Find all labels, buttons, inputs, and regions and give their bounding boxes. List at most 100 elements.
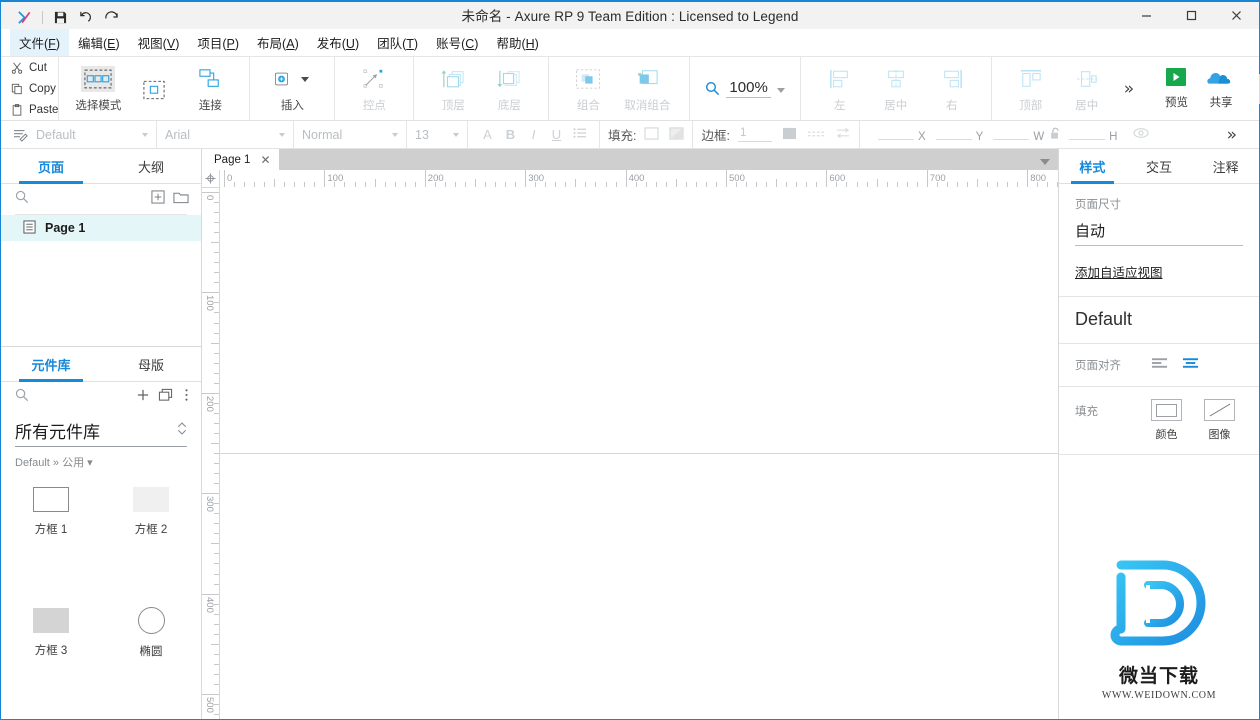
document-tab[interactable]: Page 1 ✕	[202, 149, 279, 170]
font-color-icon[interactable]: A	[476, 127, 499, 142]
font-family-picker[interactable]: Arial	[157, 121, 294, 148]
chevron-down-icon[interactable]	[279, 132, 285, 137]
design-canvas[interactable]	[220, 453, 1058, 719]
align-center-icon[interactable]	[1182, 356, 1199, 374]
vertical-ruler[interactable]: 0 100 200 300 400 500	[202, 188, 220, 719]
h-input[interactable]	[1069, 127, 1106, 140]
library-selector[interactable]: 所有元件库	[15, 418, 187, 447]
preview-button[interactable]: 预览	[1154, 67, 1199, 110]
w-field[interactable]: W	[993, 127, 1044, 143]
arrow-style-icon[interactable]	[835, 127, 851, 142]
fill-color-option[interactable]: 颜色	[1151, 399, 1182, 442]
ungroup-button[interactable]: 取消组合	[616, 64, 678, 113]
redo-icon[interactable]	[98, 11, 124, 24]
zoom-control[interactable]: 100%	[701, 79, 788, 98]
list-item[interactable]: Page 1	[1, 215, 201, 241]
select-mode-button[interactable]: 选择模式	[70, 64, 126, 113]
border-style-icon[interactable]	[807, 128, 825, 142]
x-input[interactable]	[877, 127, 914, 140]
tab-pages[interactable]: 页面	[1, 149, 101, 184]
align-right-button[interactable]: 右	[924, 64, 980, 113]
zoom-value[interactable]: 100%	[726, 79, 771, 98]
plus-icon[interactable]	[136, 388, 150, 407]
list-icon[interactable]	[568, 127, 591, 142]
widget-item-ellipse[interactable]: 椭圆	[101, 599, 201, 667]
copy-button[interactable]: Copy	[11, 78, 58, 99]
cut-button[interactable]: Cut	[11, 57, 58, 78]
underline-button[interactable]: U	[545, 127, 568, 142]
paste-button[interactable]: Paste	[11, 99, 58, 120]
format-overflow-button[interactable]: »	[1218, 125, 1251, 145]
close-icon[interactable]: ✕	[260, 153, 270, 167]
send-back-button[interactable]: 底层	[481, 64, 537, 113]
y-input[interactable]	[935, 127, 972, 140]
insert-button[interactable]: 插入	[261, 64, 323, 113]
style-picker[interactable]: Default	[1, 121, 157, 148]
font-size-picker[interactable]: 13	[407, 121, 468, 148]
border-width-input[interactable]: 1	[737, 127, 772, 142]
tab-widget-library[interactable]: 元件库	[1, 347, 101, 382]
bold-button[interactable]: B	[499, 127, 522, 142]
select-contained-button[interactable]	[126, 75, 182, 103]
align-left-icon[interactable]	[1151, 356, 1168, 374]
toolbar-overflow-button[interactable]: »	[1115, 79, 1143, 99]
menu-item-view[interactable]: 视图(V)	[129, 29, 189, 56]
ruler-origin-icon[interactable]	[202, 170, 220, 188]
align-left-button[interactable]: 左	[812, 64, 868, 113]
chevron-down-icon[interactable]	[392, 132, 398, 137]
menu-item-publish[interactable]: 发布(U)	[308, 29, 368, 56]
widget-item-box1[interactable]: 方框 1	[1, 478, 101, 546]
widget-item-box2[interactable]: 方框 2	[101, 478, 201, 546]
chevron-down-icon[interactable]	[453, 132, 459, 137]
bring-front-button[interactable]: 顶层	[425, 64, 481, 113]
align-middle-button[interactable]: 居中	[1059, 64, 1115, 113]
more-vertical-icon[interactable]	[184, 388, 189, 407]
x-field[interactable]: X	[877, 127, 926, 143]
align-top-button[interactable]: 顶部	[1003, 64, 1059, 113]
widget-item-box3[interactable]: 方框 3	[1, 599, 101, 667]
align-center-button[interactable]: 居中	[868, 64, 924, 113]
w-input[interactable]	[993, 127, 1030, 140]
menu-item-edit[interactable]: 编辑(E)	[69, 29, 129, 56]
menu-item-account[interactable]: 账号(C)	[427, 29, 487, 56]
tab-outline[interactable]: 大纲	[101, 149, 201, 183]
h-field[interactable]: H	[1069, 127, 1117, 143]
horizontal-ruler[interactable]: 0 100 200 300 400 500 600 700 800	[220, 170, 1058, 454]
library-breadcrumb[interactable]: Default » 公用 ▾	[1, 447, 201, 470]
share-button[interactable]: 共享	[1199, 67, 1244, 110]
chevron-down-icon[interactable]	[776, 88, 785, 93]
border-color-swatch[interactable]	[782, 127, 797, 143]
menu-item-team[interactable]: 团队(T)	[368, 29, 427, 56]
add-page-icon[interactable]	[151, 189, 165, 209]
connect-button[interactable]: 连接	[182, 64, 238, 113]
chevron-down-icon[interactable]	[142, 132, 148, 137]
add-adaptive-view-link[interactable]: 添加自适应视图	[1075, 262, 1163, 281]
search-icon[interactable]	[15, 388, 29, 407]
font-weight-picker[interactable]: Normal	[294, 121, 407, 148]
updown-chevron-icon[interactable]	[177, 421, 187, 441]
tab-masters[interactable]: 母版	[101, 347, 201, 381]
save-icon[interactable]	[48, 11, 72, 24]
maximize-icon[interactable]	[1169, 2, 1214, 29]
fill-color-swatch[interactable]	[644, 126, 660, 143]
handle-button[interactable]: 控点	[346, 64, 402, 113]
menu-item-help[interactable]: 帮助(H)	[487, 29, 547, 56]
copy-icon[interactable]	[158, 388, 173, 407]
italic-button[interactable]: I	[522, 127, 545, 142]
page-size-value[interactable]: 自动	[1075, 220, 1243, 246]
search-icon[interactable]	[15, 190, 29, 209]
menu-item-project[interactable]: 项目(P)	[188, 29, 248, 56]
group-button[interactable]: 组合	[560, 64, 616, 113]
menu-item-layout[interactable]: 布局(A)	[248, 29, 308, 56]
lock-open-icon[interactable]	[1050, 127, 1061, 143]
tab-notes[interactable]: 注释	[1192, 149, 1259, 183]
insert-dropdown-icon[interactable]	[301, 76, 310, 82]
chevron-down-icon[interactable]	[1040, 159, 1050, 165]
fill-gradient-swatch[interactable]	[669, 126, 685, 143]
tab-interactions[interactable]: 交互	[1126, 149, 1193, 183]
y-field[interactable]: Y	[935, 127, 983, 143]
tab-style[interactable]: 样式	[1059, 149, 1126, 184]
menu-item-file[interactable]: 文件(F)	[10, 29, 69, 56]
fill-image-option[interactable]: 图像	[1204, 399, 1235, 442]
undo-icon[interactable]	[72, 11, 98, 24]
